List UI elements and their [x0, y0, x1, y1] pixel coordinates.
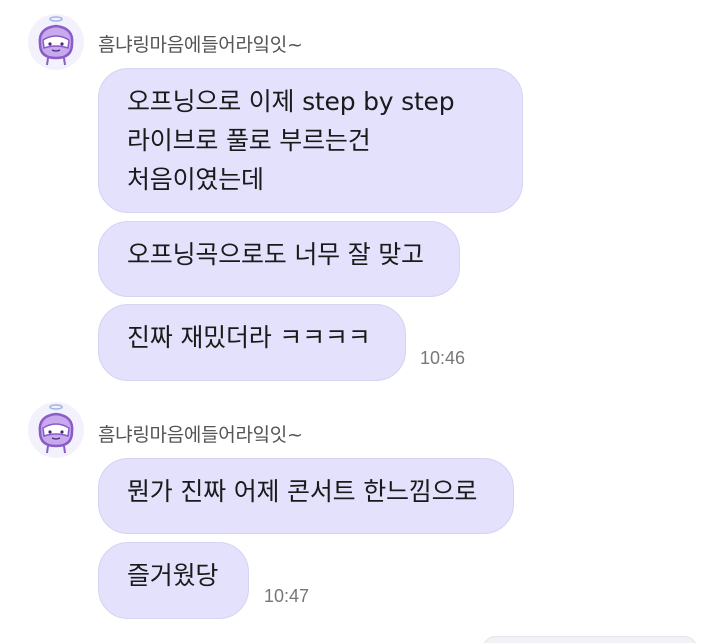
cartoon-face-with-halo-icon: [38, 404, 74, 454]
cartoon-face-with-halo-icon: [38, 16, 74, 66]
message-timestamp: 10:47: [264, 586, 310, 606]
sender-avatar[interactable]: [28, 14, 84, 70]
message-timestamp: 10:46: [420, 348, 466, 368]
message-bubble[interactable]: 즐거웠당: [98, 542, 249, 619]
sender-name: 흠냐링마음에들어라잌잇~: [98, 424, 303, 446]
partial-message-bubble[interactable]: [482, 636, 698, 643]
message-bubble[interactable]: 진짜 재밌더라 ㅋㅋㅋㅋ: [98, 304, 406, 381]
chat-view: 흠냐링마음에들어라잌잇~ 오프닝으로 이제 step by step 라이브로 …: [0, 0, 720, 643]
message-bubble[interactable]: 오프닝으로 이제 step by step 라이브로 풀로 부르는건 처음이였는…: [98, 68, 523, 213]
sender-avatar[interactable]: [28, 402, 84, 458]
message-bubble[interactable]: 오프닝곡으로도 너무 잘 맞고: [98, 221, 460, 297]
message-bubble[interactable]: 뭔가 진짜 어제 콘서트 한느낌으로: [98, 458, 514, 534]
sender-name: 흠냐링마음에들어라잌잇~: [98, 34, 303, 56]
